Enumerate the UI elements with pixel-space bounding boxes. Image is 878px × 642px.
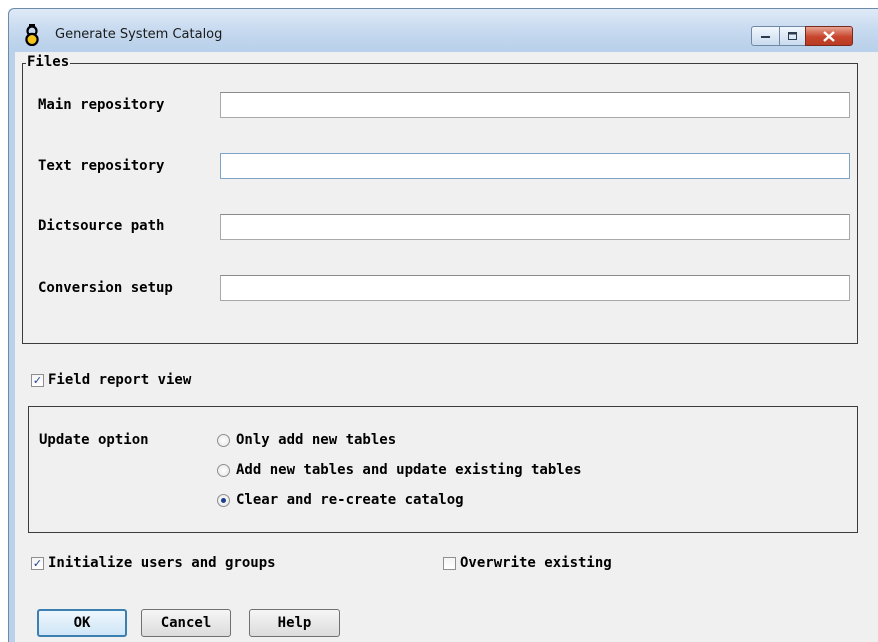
maximize-button[interactable] xyxy=(779,26,806,46)
field-report-view-label: Field report view xyxy=(48,372,192,388)
checkmark-icon[interactable]: ✓ xyxy=(31,556,44,570)
text-repository-label: Text repository xyxy=(38,158,165,174)
files-group: Files Main repository Text repository Di… xyxy=(22,54,858,344)
radio-only-add-new-tables[interactable]: Only add new tables xyxy=(217,432,396,448)
dialog-client-area: Files Main repository Text repository Di… xyxy=(15,52,878,642)
cancel-button[interactable]: Cancel xyxy=(141,609,231,637)
dictsource-path-label: Dictsource path xyxy=(38,218,165,234)
ok-button[interactable]: OK xyxy=(37,609,127,637)
close-icon xyxy=(823,30,835,42)
maximize-icon xyxy=(787,31,797,40)
field-report-view-checkbox[interactable]: ✓ Field report view xyxy=(31,372,191,388)
help-button[interactable]: Help xyxy=(249,609,340,637)
dictsource-path-input[interactable] xyxy=(220,214,850,240)
conversion-setup-input[interactable] xyxy=(220,275,850,301)
overwrite-existing-checkbox[interactable]: Overwrite existing xyxy=(443,555,612,571)
radio-selected-icon[interactable] xyxy=(217,493,230,507)
conversion-setup-label: Conversion setup xyxy=(38,280,173,296)
minimize-button[interactable] xyxy=(751,26,780,46)
files-legend: Files xyxy=(26,54,71,70)
main-repository-input[interactable] xyxy=(220,92,850,118)
radio-label: Clear and re-create catalog xyxy=(236,492,464,508)
initialize-users-label: Initialize users and groups xyxy=(48,555,276,571)
title-bar[interactable]: Generate System Catalog xyxy=(9,9,878,49)
radio-clear-and-recreate[interactable]: Clear and re-create catalog xyxy=(217,492,464,508)
minimize-icon xyxy=(760,36,770,38)
radio-unselected-icon[interactable] xyxy=(217,433,230,447)
app-icon xyxy=(25,24,39,46)
main-repository-label: Main repository xyxy=(38,97,165,113)
window-title: Generate System Catalog xyxy=(55,27,223,42)
empty-checkbox-icon[interactable] xyxy=(443,556,456,570)
text-repository-input[interactable] xyxy=(220,153,850,179)
radio-label: Add new tables and update existing table… xyxy=(236,462,582,478)
update-option-group: Update option Only add new tables Add ne… xyxy=(28,406,858,533)
close-button[interactable] xyxy=(805,26,853,46)
radio-add-and-update-tables[interactable]: Add new tables and update existing table… xyxy=(217,462,582,478)
initialize-users-checkbox[interactable]: ✓ Initialize users and groups xyxy=(31,555,276,571)
update-option-label: Update option xyxy=(39,432,149,448)
radio-label: Only add new tables xyxy=(236,432,397,448)
overwrite-existing-label: Overwrite existing xyxy=(460,555,612,571)
radio-unselected-icon[interactable] xyxy=(217,463,230,477)
checkmark-icon[interactable]: ✓ xyxy=(31,373,44,387)
dialog-window: Generate System Catalog Files Main repos… xyxy=(8,8,878,642)
